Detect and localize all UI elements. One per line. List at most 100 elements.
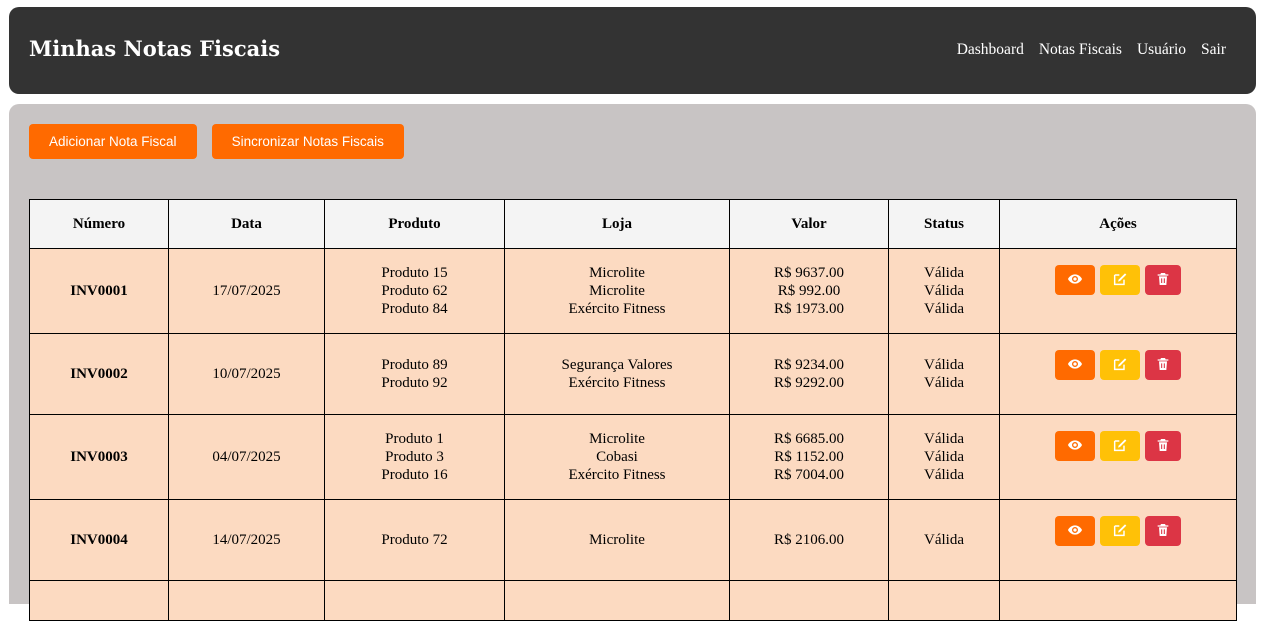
column-header-acoes: Ações: [999, 199, 1237, 249]
store-item: Exército Fitness: [568, 375, 666, 391]
store-item: Microlite: [589, 283, 645, 299]
store-item: Microlite: [589, 265, 645, 281]
status-item: Válida: [924, 467, 964, 483]
value-cell: R$ 9234.00 R$ 9292.00: [729, 333, 889, 415]
app-title: Minhas Notas Fiscais: [29, 36, 281, 61]
row-actions: [1055, 431, 1181, 461]
edit-button[interactable]: [1100, 516, 1140, 546]
view-button[interactable]: [1055, 516, 1095, 546]
value-item: R$ 1973.00: [773, 301, 844, 317]
add-invoice-button[interactable]: Adicionar Nota Fiscal: [29, 124, 197, 159]
nav-link-dashboard[interactable]: Dashboard: [957, 41, 1024, 59]
value-cell: R$ 2106.00: [729, 499, 889, 581]
product-item: Produto 15: [381, 265, 448, 281]
eye-icon: [1067, 271, 1083, 290]
actions-cell: [999, 248, 1237, 334]
column-header-produto: Produto: [324, 199, 505, 249]
eye-icon: [1067, 522, 1083, 541]
product-item: Produto 16: [381, 467, 448, 483]
product-cell: Produto 15 Produto 62 Produto 84: [324, 248, 505, 334]
store-item: Exército Fitness: [568, 301, 666, 317]
invoice-number-cell: INV0004: [29, 499, 169, 581]
trash-icon: [1155, 271, 1171, 290]
store-cell: Segurança Valores Exército Fitness: [504, 333, 730, 415]
invoice-date-cell: 04/07/2025: [168, 414, 325, 500]
status-cell: Válida Válida Válida: [888, 248, 1000, 334]
column-header-loja: Loja: [504, 199, 730, 249]
nav-link-sair[interactable]: Sair: [1201, 41, 1226, 59]
delete-button[interactable]: [1145, 265, 1181, 295]
invoices-table: Número Data Produto Loja Valor Status Aç…: [29, 199, 1237, 621]
value-item: R$ 2106.00: [773, 532, 844, 548]
value-item: R$ 6685.00: [773, 431, 844, 447]
edit-icon: [1112, 271, 1128, 290]
row-actions: [1055, 516, 1181, 546]
product-cell: Produto 1 Produto 3 Produto 16: [324, 414, 505, 500]
edit-button[interactable]: [1100, 350, 1140, 380]
product-cell: Produto 89 Produto 92: [324, 333, 505, 415]
status-item: Válida: [924, 265, 964, 281]
status-item: Válida: [924, 283, 964, 299]
sync-invoices-button[interactable]: Sincronizar Notas Fiscais: [211, 124, 404, 159]
product-cell: Produto 72: [324, 499, 505, 581]
trash-icon: [1155, 437, 1171, 456]
invoices-table-container: Número Data Produto Loja Valor Status Aç…: [29, 199, 1237, 621]
status-cell: Válida Válida: [888, 333, 1000, 415]
delete-button[interactable]: [1145, 431, 1181, 461]
delete-button[interactable]: [1145, 516, 1181, 546]
value-cell: R$ 6685.00 R$ 1152.00 R$ 7004.00: [729, 414, 889, 500]
product-item: Produto 72: [381, 532, 448, 548]
status-cell: Válida: [888, 499, 1000, 581]
edit-icon: [1112, 356, 1128, 375]
eye-icon: [1067, 356, 1083, 375]
product-item: Produto 84: [381, 301, 448, 317]
trash-icon: [1155, 522, 1171, 541]
invoice-number-cell: INV0002: [29, 333, 169, 415]
edit-icon: [1112, 437, 1128, 456]
status-item: Válida: [924, 449, 964, 465]
invoice-number-cell: INV0001: [29, 248, 169, 334]
row-actions: [1055, 350, 1181, 380]
main-content: Adicionar Nota Fiscal Sincronizar Notas …: [9, 104, 1256, 621]
value-item: R$ 992.00: [777, 283, 841, 299]
store-item: Microlite: [589, 532, 645, 548]
table-row-partial: [29, 580, 1237, 621]
product-item: Produto 3: [385, 449, 444, 465]
table-row: INV0002 10/07/2025 Produto 89 Produto 92 Seg…: [29, 333, 1237, 415]
status-item: Válida: [924, 375, 964, 391]
value-item: R$ 1152.00: [774, 449, 844, 465]
invoice-date-cell: 17/07/2025: [168, 248, 325, 334]
top-navbar: Minhas Notas Fiscais Dashboard Notas Fis…: [9, 7, 1256, 94]
view-button[interactable]: [1055, 350, 1095, 380]
table-row: INV0004 14/07/2025 Produto 72 Microlite R$ 2…: [29, 499, 1237, 581]
value-cell: R$ 9637.00 R$ 992.00 R$ 1973.00: [729, 248, 889, 334]
status-cell: Válida Válida Válida: [888, 414, 1000, 500]
edit-button[interactable]: [1100, 265, 1140, 295]
store-item: Cobasi: [596, 449, 638, 465]
actions-cell: [999, 414, 1237, 500]
trash-icon: [1155, 356, 1171, 375]
nav-link-usuario[interactable]: Usuário: [1137, 41, 1186, 59]
column-header-numero: Número: [29, 199, 169, 249]
table-row: INV0003 04/07/2025 Produto 1 Produto 3 Produ…: [29, 414, 1237, 500]
column-header-status: Status: [888, 199, 1000, 249]
delete-button[interactable]: [1145, 350, 1181, 380]
column-header-valor: Valor: [729, 199, 889, 249]
product-item: Produto 89: [381, 357, 448, 373]
status-item: Válida: [924, 301, 964, 317]
product-item: Produto 1: [385, 431, 444, 447]
store-item: Exército Fitness: [568, 467, 666, 483]
column-header-data: Data: [168, 199, 325, 249]
value-item: R$ 7004.00: [773, 467, 844, 483]
nav-link-notas-fiscais[interactable]: Notas Fiscais: [1039, 41, 1122, 59]
status-item: Válida: [924, 357, 964, 373]
view-button[interactable]: [1055, 431, 1095, 461]
edit-icon: [1112, 522, 1128, 541]
product-item: Produto 62: [381, 283, 448, 299]
edit-button[interactable]: [1100, 431, 1140, 461]
store-cell: Microlite Microlite Exército Fitness: [504, 248, 730, 334]
view-button[interactable]: [1055, 265, 1095, 295]
store-item: Segurança Valores: [561, 357, 673, 373]
store-cell: Microlite: [504, 499, 730, 581]
toolbar: Adicionar Nota Fiscal Sincronizar Notas …: [29, 124, 404, 159]
